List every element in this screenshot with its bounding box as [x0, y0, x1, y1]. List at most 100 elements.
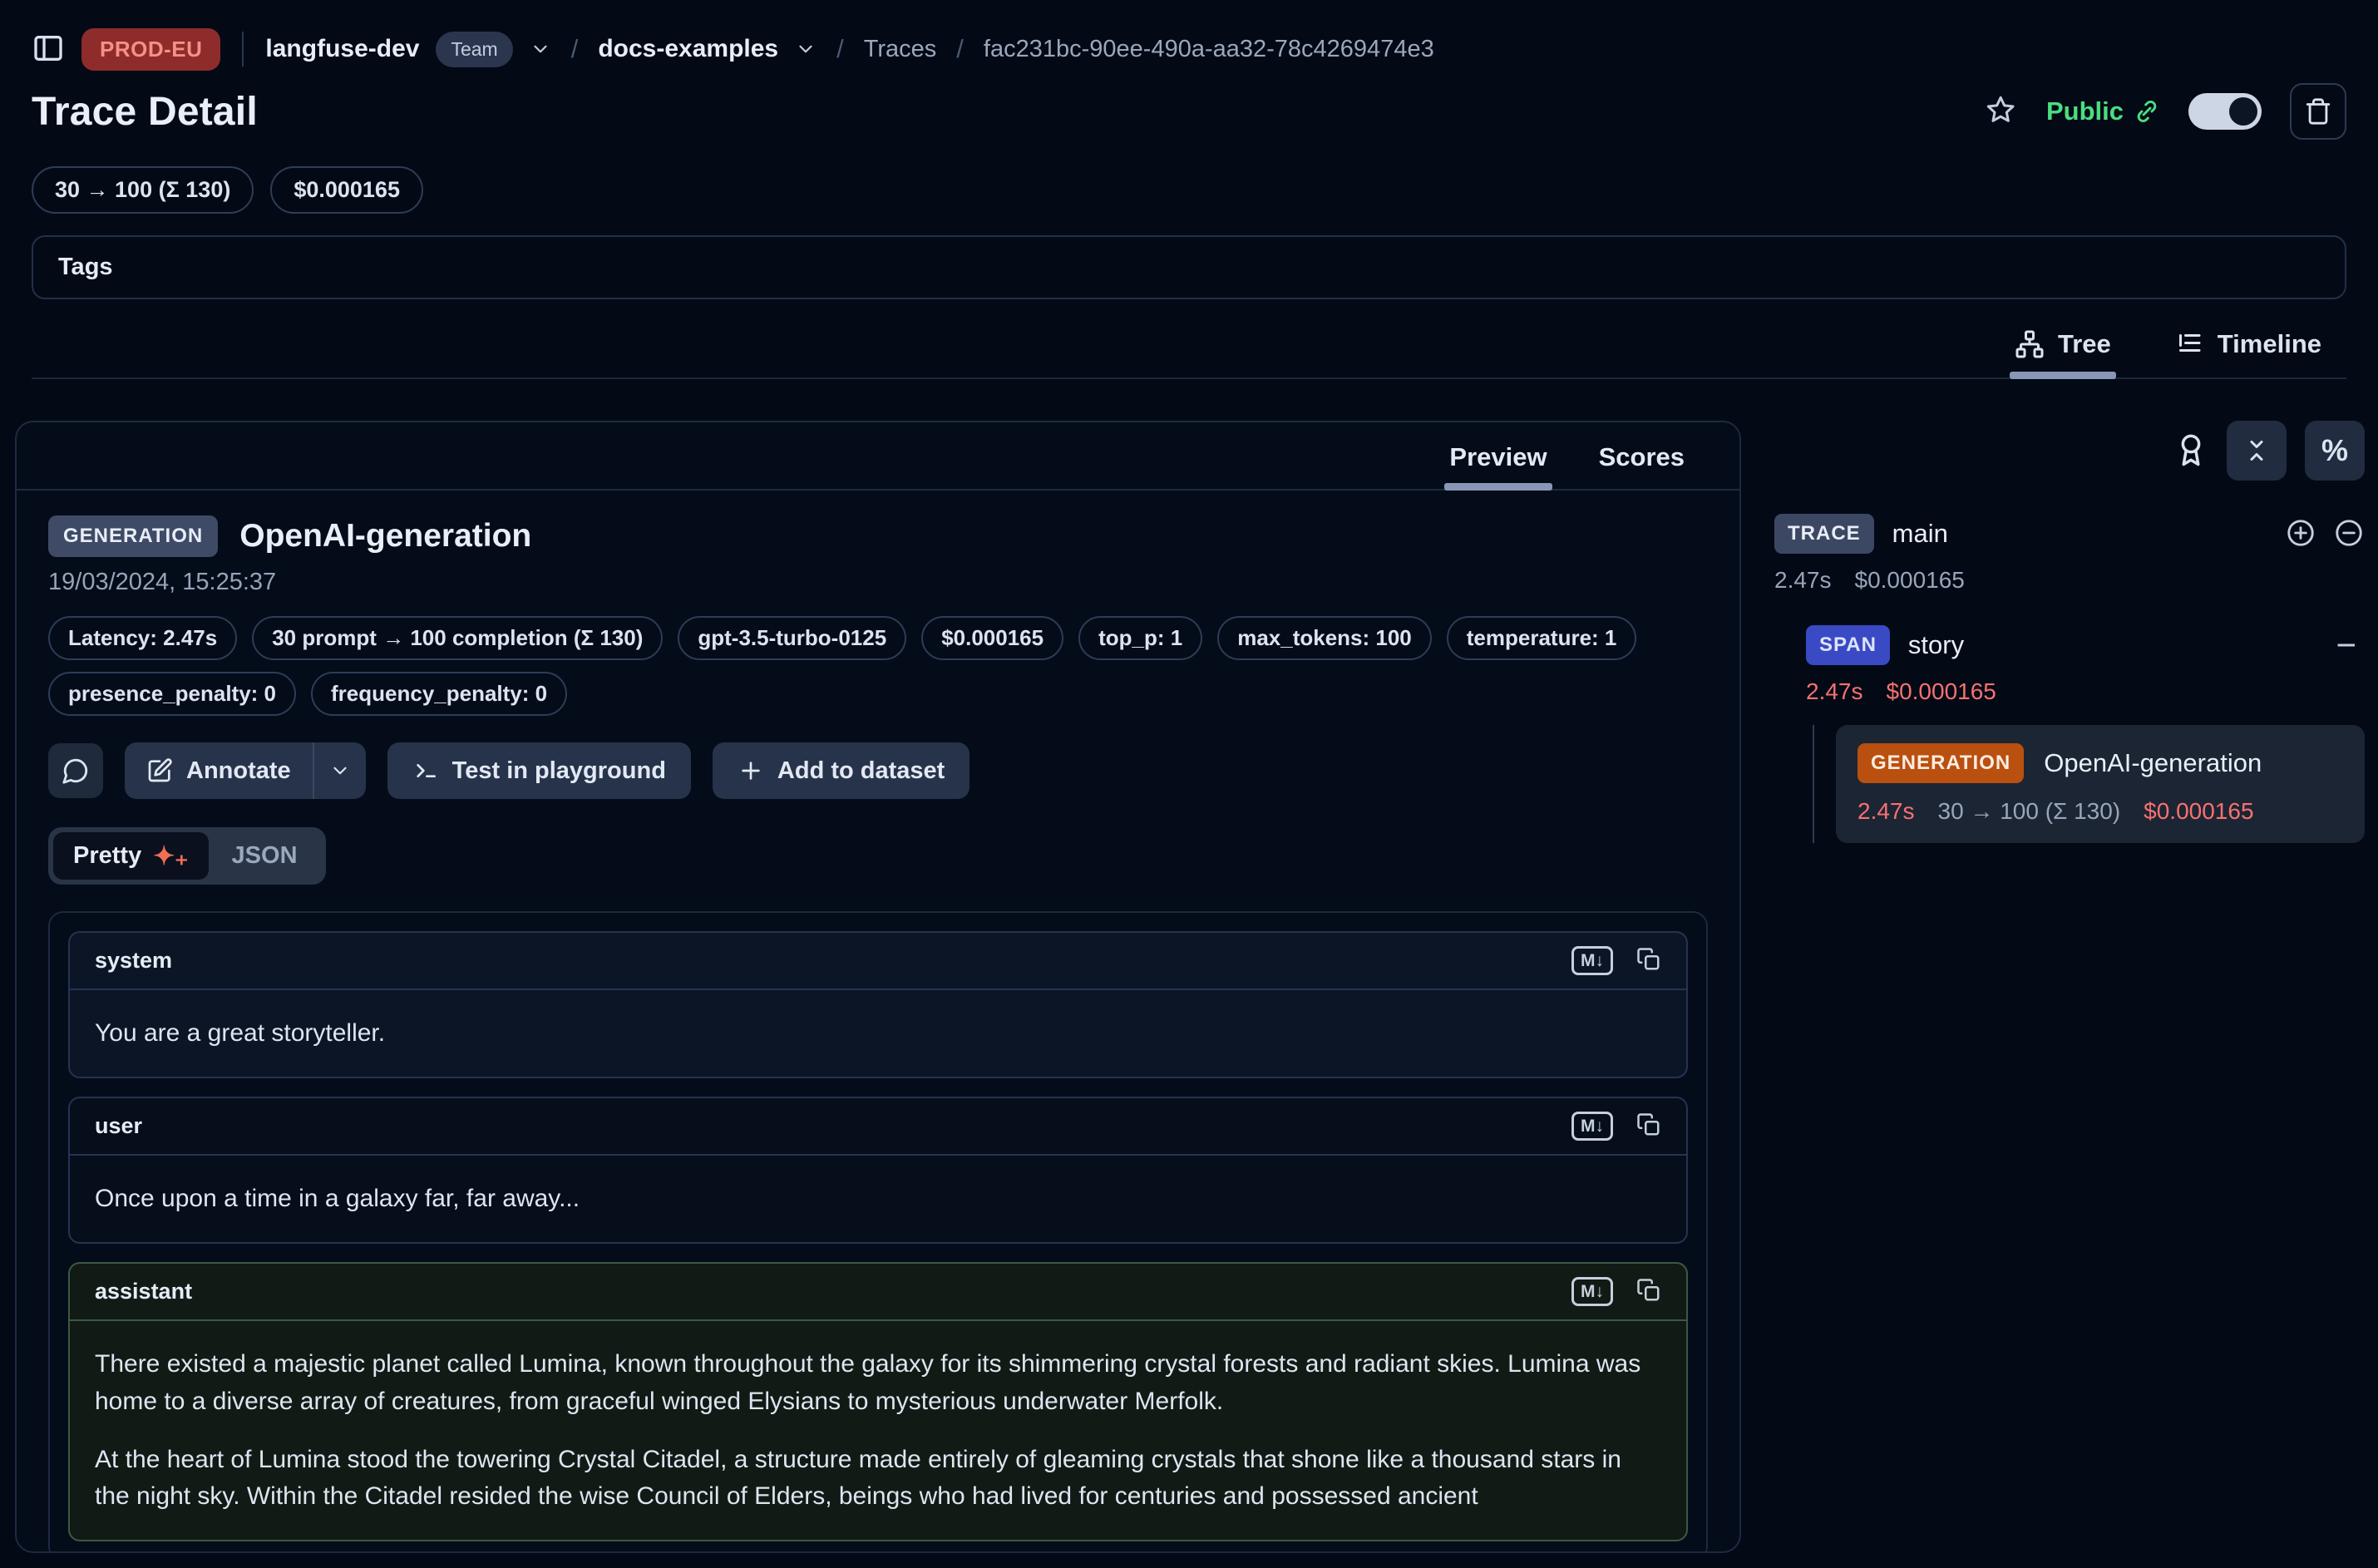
cost-pill[interactable]: $0.000165	[921, 616, 1063, 660]
copy-icon	[1636, 1278, 1661, 1303]
breadcrumb-separator: /	[571, 34, 579, 64]
sidebar-toggle-button[interactable]	[32, 32, 65, 67]
tree-node-span: SPAN story − 2.47s $0.000165 GENERATION …	[1806, 625, 2365, 843]
annotate-dropdown-button[interactable]	[313, 742, 366, 799]
message-text: You are a great storyteller.	[95, 1015, 1661, 1052]
tags-section[interactable]: Tags	[32, 235, 2346, 299]
award-button[interactable]	[2173, 432, 2208, 470]
observation-metadata-pills-row2: presence_penalty: 0 frequency_penalty: 0	[48, 672, 1708, 716]
latency-pill[interactable]: Latency: 2.47s	[48, 616, 237, 660]
edit-pen-icon	[146, 757, 173, 784]
tree-icon	[2015, 329, 2045, 359]
copy-button[interactable]	[1636, 947, 1661, 974]
tree-node-trace[interactable]: TRACE main	[1774, 514, 2365, 554]
frequency-penalty-pill[interactable]: frequency_penalty: 0	[311, 672, 567, 716]
add-to-dataset-label: Add to dataset	[777, 757, 945, 785]
org-plan-badge: Team	[436, 32, 512, 67]
format-pretty-segment[interactable]: Pretty ✦₊	[53, 832, 209, 880]
max-tokens-pill[interactable]: max_tokens: 100	[1217, 616, 1432, 660]
markdown-toggle-icon[interactable]: M↓	[1571, 946, 1613, 975]
markdown-toggle-icon[interactable]: M↓	[1571, 1277, 1613, 1306]
span-children: GENERATION OpenAI-generation 2.47s 30 → …	[1813, 725, 2365, 843]
percent-icon: %	[2321, 433, 2348, 468]
panel-left-icon	[32, 32, 65, 65]
title-row: Trace Detail Public	[32, 80, 2346, 143]
link-icon	[2134, 98, 2160, 125]
test-in-playground-button[interactable]: Test in playground	[387, 742, 691, 799]
model-pill[interactable]: gpt-3.5-turbo-0125	[678, 616, 906, 660]
chevron-down-icon[interactable]	[530, 38, 551, 60]
tab-scores[interactable]: Scores	[1599, 442, 1685, 489]
bookmark-star-button[interactable]	[1985, 94, 2018, 130]
trace-summary-badges: 30 → 100 (Σ 130) $0.000165	[32, 166, 2346, 214]
top-p-pill[interactable]: top_p: 1	[1078, 616, 1202, 660]
zoom-out-button[interactable]	[2333, 517, 2365, 551]
markdown-toggle-icon[interactable]: M↓	[1571, 1112, 1613, 1141]
public-toggle[interactable]	[2188, 93, 2262, 130]
breadcrumb-separator: /	[956, 34, 964, 64]
message-system: system M↓ You are a great storyteller.	[68, 931, 1688, 1078]
plus-icon	[738, 757, 764, 784]
breadcrumb: PROD-EU langfuse-dev Team / docs-example…	[32, 22, 2346, 76]
metrics-percent-button[interactable]: %	[2305, 421, 2365, 481]
message-tools: M↓	[1571, 946, 1661, 975]
main-content: Preview Scores GENERATION OpenAI-generat…	[0, 379, 2378, 1553]
temperature-pill[interactable]: temperature: 1	[1447, 616, 1637, 660]
message-header: user M↓	[70, 1098, 1686, 1156]
message-text: At the heart of Lumina stood the towerin…	[95, 1442, 1661, 1515]
observation-metadata-pills: Latency: 2.47s 30 prompt → 100 completio…	[48, 616, 1708, 660]
fold-vertical-icon	[2242, 436, 2272, 466]
observation-title: OpenAI-generation	[239, 518, 531, 555]
generation-name: OpenAI-generation	[2044, 748, 2262, 778]
copy-button[interactable]	[1636, 1112, 1661, 1140]
environment-badge[interactable]: PROD-EU	[81, 28, 220, 71]
span-row[interactable]: SPAN story −	[1806, 625, 2365, 665]
copy-button[interactable]	[1636, 1278, 1661, 1305]
message-assistant: assistant M↓ There existed a majestic pl…	[68, 1262, 1688, 1541]
trace-name: main	[1892, 519, 1948, 549]
tree-node-generation-selected[interactable]: GENERATION OpenAI-generation 2.47s 30 → …	[1836, 725, 2365, 843]
add-to-dataset-button[interactable]: Add to dataset	[713, 742, 969, 799]
breadcrumb-org[interactable]: langfuse-dev	[265, 35, 419, 63]
format-toggle: Pretty ✦₊ JSON	[48, 827, 326, 885]
message-tools: M↓	[1571, 1112, 1661, 1141]
copy-icon	[1636, 947, 1661, 972]
message-content: Once upon a time in a galaxy far, far aw…	[70, 1156, 1686, 1242]
trace-metrics: 2.47s $0.000165	[1774, 567, 2365, 594]
comment-button[interactable]	[48, 743, 103, 798]
collapse-all-button[interactable]	[2227, 421, 2287, 481]
tags-label: Tags	[58, 254, 113, 280]
delete-trace-button[interactable]	[2290, 83, 2346, 140]
breadcrumb-divider	[242, 32, 244, 67]
tab-timeline[interactable]: Timeline	[2169, 329, 2326, 377]
tab-preview[interactable]: Preview	[1449, 442, 1547, 489]
message-header: assistant M↓	[70, 1264, 1686, 1321]
generation-type-badge: GENERATION	[1858, 743, 2024, 783]
token-usage-pill[interactable]: 30 prompt → 100 completion (Σ 130)	[252, 616, 663, 660]
message-text: There existed a majestic planet called L…	[95, 1346, 1661, 1419]
cost-badge[interactable]: $0.000165	[270, 166, 423, 214]
collapse-node-button[interactable]: −	[2327, 628, 2365, 663]
annotate-button[interactable]: Annotate	[125, 742, 313, 799]
chevron-down-icon[interactable]	[795, 38, 817, 60]
message-role: system	[95, 948, 172, 974]
message-role: assistant	[95, 1279, 192, 1304]
sparkles-icon: ✦₊	[153, 843, 188, 869]
breadcrumb-project[interactable]: docs-examples	[598, 35, 778, 63]
messages-container: system M↓ You are a great storyteller.	[48, 911, 1708, 1553]
presence-penalty-pill[interactable]: presence_penalty: 0	[48, 672, 296, 716]
span-type-badge: SPAN	[1806, 625, 1890, 665]
public-share-link[interactable]: Public	[2046, 96, 2160, 126]
message-content: You are a great storyteller.	[70, 990, 1686, 1077]
circle-plus-icon	[2285, 517, 2316, 549]
breadcrumb-traces-link[interactable]: Traces	[864, 36, 937, 63]
token-usage-badge[interactable]: 30 → 100 (Σ 130)	[32, 166, 254, 214]
tab-tree[interactable]: Tree	[2010, 329, 2116, 377]
observation-header: GENERATION OpenAI-generation	[48, 515, 1708, 557]
zoom-in-button[interactable]	[2285, 517, 2316, 551]
tree-toolbar: %	[1774, 421, 2365, 481]
top-bar: PROD-EU langfuse-dev Team / docs-example…	[0, 0, 2378, 379]
format-json-segment[interactable]: JSON	[209, 832, 321, 880]
observation-detail-card: Preview Scores GENERATION OpenAI-generat…	[15, 421, 1741, 1553]
message-user: user M↓ Once upon a time in a galaxy far…	[68, 1097, 1688, 1244]
